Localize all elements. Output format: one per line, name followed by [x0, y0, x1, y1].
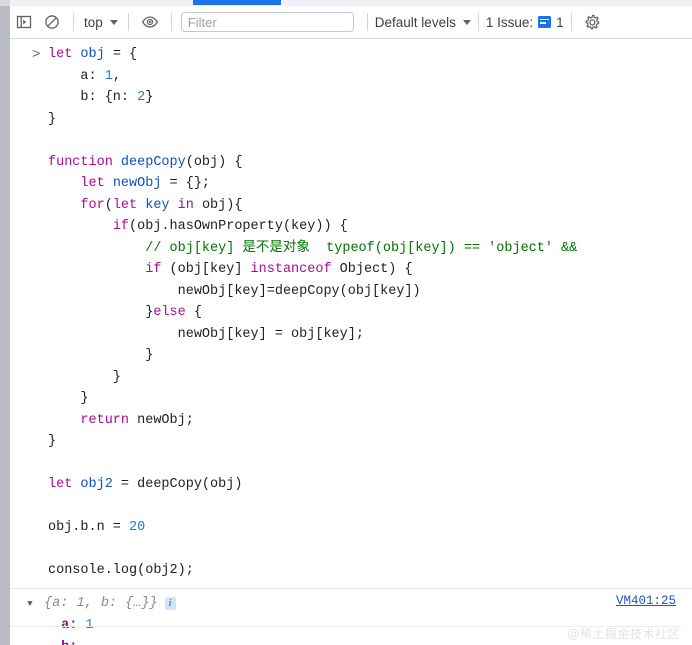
code-token: let — [48, 477, 81, 492]
code-token: // obj[key] 是不是对象 typeof(obj[key]) == 'o… — [48, 240, 578, 256]
console-code-block[interactable]: let obj = { a: 1, b: {n: 2} } function d… — [10, 44, 692, 582]
code-token: if — [112, 219, 130, 234]
code-token: newObj[key]=deepCopy(obj[key]) — [48, 283, 421, 299]
code-token: } — [48, 434, 57, 449]
javascript-context-selector[interactable]: top — [81, 15, 121, 30]
live-expression-eye-icon[interactable] — [136, 9, 164, 35]
issues-count: 1 — [556, 14, 564, 30]
code-token: obj — [80, 47, 105, 62]
code-token: 1 — [104, 68, 113, 84]
issue-message-icon — [538, 16, 552, 28]
triangle-down-icon[interactable]: ▼ — [41, 637, 53, 645]
console-body: > let obj = { a: 1, b: {n: 2} } function… — [10, 39, 692, 645]
code-token: for — [80, 197, 105, 213]
code-token: Object) { — [331, 262, 413, 277]
code-token: } — [48, 369, 121, 385]
code-token: = {}; — [161, 176, 211, 191]
active-tab-indicator — [193, 0, 281, 5]
code-token: obj.b.n = — [48, 520, 130, 535]
code-token: console.log(obj2); — [48, 563, 194, 578]
code-token: else — [153, 305, 186, 320]
code-token: let — [80, 176, 113, 191]
code-token: a: — [48, 68, 105, 84]
prompt-arrow-icon: > — [32, 47, 41, 63]
info-badge-icon[interactable]: i — [164, 597, 176, 610]
code-token: return — [80, 412, 130, 428]
code-token: 20 — [129, 520, 146, 535]
issues-button[interactable]: 1 Issue: 1 — [486, 15, 564, 30]
log-levels-label: Default levels — [374, 14, 456, 30]
clear-console-icon[interactable] — [38, 9, 66, 35]
property-key: b: — [61, 637, 77, 645]
code-token: in — [177, 197, 194, 213]
console-toolbar: top Default levels 1 Issue: 1 — [10, 6, 692, 39]
code-token: (obj) { — [185, 154, 243, 170]
source-location-link[interactable]: VM401:25 — [616, 594, 676, 608]
dock-panel-icon[interactable] — [10, 9, 38, 35]
toolbar-divider-5 — [477, 13, 479, 31]
code-token: (obj.hasOwnProperty(key)) { — [129, 219, 348, 234]
code-token: obj){ — [193, 197, 243, 213]
code-token: ( — [104, 197, 113, 213]
code-token: (obj[key] — [161, 262, 251, 277]
code-token: } — [48, 348, 154, 363]
chevron-down-icon — [462, 19, 471, 25]
code-token: , — [112, 68, 121, 84]
tree-gap — [53, 637, 61, 645]
code-token: let — [48, 47, 81, 62]
filter-input[interactable] — [180, 12, 354, 32]
gear-icon[interactable] — [579, 9, 607, 35]
issues-label: 1 Issue: — [485, 14, 534, 30]
code-token: key — [145, 197, 170, 213]
triangle-down-icon[interactable]: ▼ — [24, 593, 36, 615]
code-token: newObj; — [129, 412, 194, 428]
tree-gap — [36, 593, 44, 615]
toolbar-divider-4 — [366, 13, 368, 31]
code-token: = deepCopy(obj) — [112, 477, 243, 492]
code-token: let — [112, 197, 146, 213]
code-token: function — [48, 154, 121, 170]
code-token: b: {n: — [48, 90, 138, 105]
code-token: } — [145, 90, 154, 105]
code-token: newObj[key] = obj[key]; — [48, 326, 364, 342]
left-scroll-rail[interactable] — [0, 6, 10, 645]
code-token: } — [48, 111, 57, 127]
toolbar-divider-1 — [73, 13, 74, 31]
code-token: } — [48, 305, 154, 320]
code-token: deepCopy — [120, 154, 186, 170]
code-token: instanceof — [250, 262, 332, 277]
object-tree-row[interactable]: ▼ {a: 1, b: {…}} i — [10, 593, 692, 615]
toolbar-divider-6 — [570, 13, 572, 31]
code-token: } — [48, 391, 89, 406]
context-label: top — [84, 14, 103, 30]
watermark: @稀土掘金技术社区 — [567, 627, 680, 641]
object-preview: {a: 1, b: {…}} — [44, 595, 158, 611]
code-token: if — [145, 262, 162, 277]
console-input-entry: > let obj = { a: 1, b: {n: 2} } function… — [10, 39, 692, 582]
code-token: obj2 — [80, 477, 113, 492]
toolbar-divider-3 — [170, 13, 172, 31]
code-token: newObj — [112, 176, 162, 191]
toolbar-divider-2 — [127, 13, 129, 31]
code-token: = { — [104, 47, 138, 62]
chevron-down-icon — [109, 19, 118, 25]
code-token: { — [185, 305, 202, 320]
log-levels-selector[interactable]: Default levels — [375, 15, 471, 30]
